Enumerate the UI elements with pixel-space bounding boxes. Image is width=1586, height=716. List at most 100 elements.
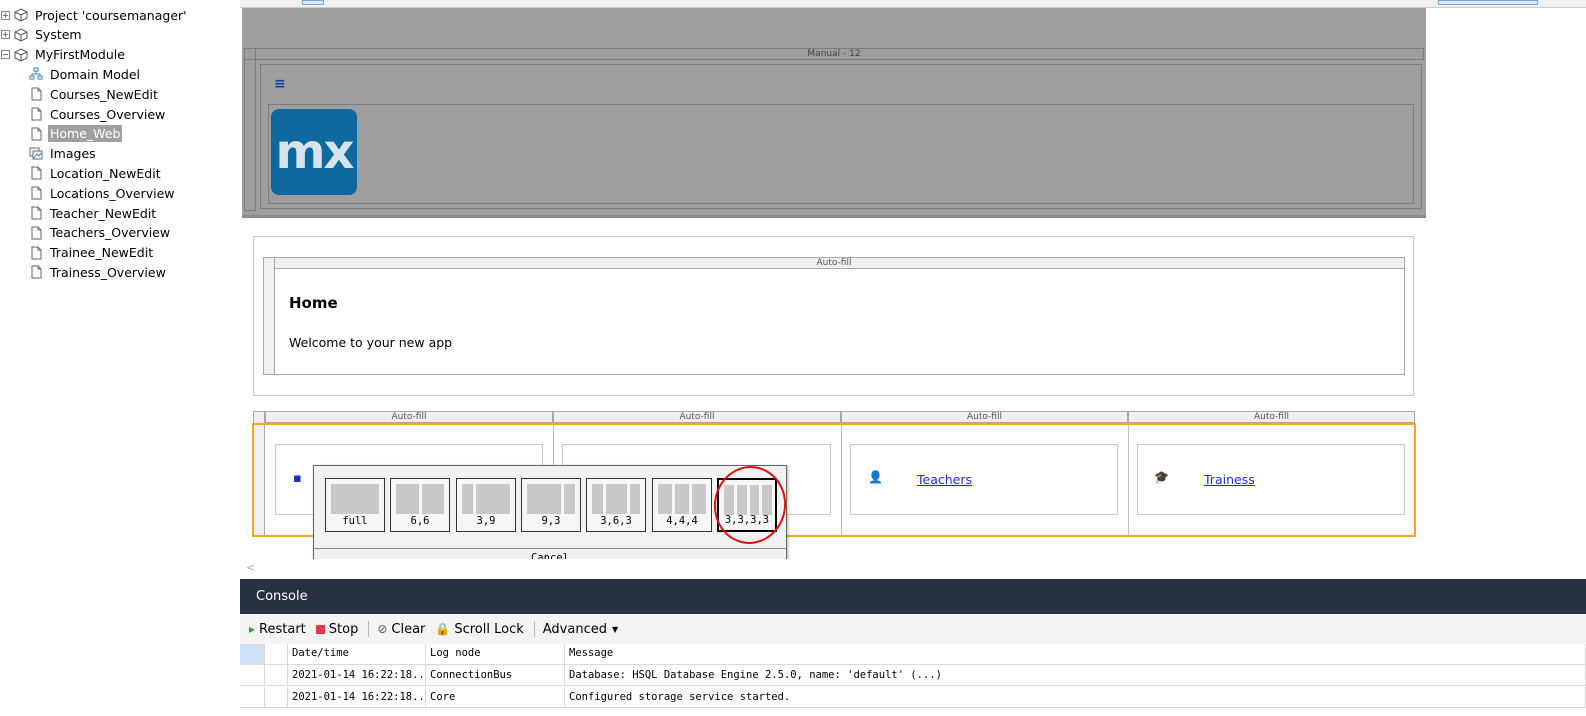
console-panel-header: Console (240, 579, 1586, 614)
layout-option-label: 9,3 (541, 515, 561, 527)
tree-item[interactable]: Home_Web (29, 124, 123, 144)
home-column-frame (275, 269, 1405, 375)
layout-option[interactable]: 3,6,3 (586, 478, 646, 532)
column-divider (841, 425, 842, 535)
layout-option[interactable]: full (325, 478, 385, 532)
advanced-label: Advanced (542, 621, 607, 637)
column-header[interactable]: Log node (426, 644, 565, 665)
tree-item-label: Teacher_NewEdit (50, 205, 157, 221)
tree-item[interactable]: Teacher_NewEdit (29, 203, 158, 223)
welcome-text[interactable]: Welcome to your new app (289, 335, 452, 350)
graduation-cap-icon: 🎓 (1154, 470, 1169, 484)
layout-option-label: 3,9 (476, 515, 496, 527)
log-cell-node: ConnectionBus (426, 665, 565, 686)
column-block (331, 484, 379, 514)
clear-icon: ⊘ (377, 622, 388, 636)
layout-preview (462, 484, 510, 514)
expand-icon[interactable]: + (1, 10, 10, 20)
layout-header-area[interactable]: Manual - 12 ≡ mx (242, 8, 1426, 217)
tree-item[interactable]: Domain Model (29, 64, 142, 84)
mx-logo[interactable]: mx (271, 109, 357, 195)
page-title[interactable]: Home (289, 294, 338, 312)
user-icon: 👤 (868, 470, 883, 484)
tree-item[interactable]: Images (29, 144, 98, 164)
teachers-link[interactable]: Teachers (917, 472, 972, 487)
column-block (396, 484, 419, 514)
domain-model-icon (29, 67, 43, 81)
stop-icon (315, 624, 325, 634)
home-autofill-bar: Auto-fill (263, 257, 1405, 269)
editor-horizontal-scrollbar[interactable]: < (240, 559, 1586, 579)
clear-button[interactable]: ⊘ Clear (377, 622, 425, 637)
tree-item-label: Images (50, 146, 96, 162)
card-trainess[interactable] (1137, 444, 1405, 515)
advanced-dropdown[interactable]: Advanced ▼ (543, 622, 618, 637)
tree-item[interactable]: + System (1, 25, 84, 45)
stop-label: Stop (328, 621, 359, 637)
tree-item-label: Trainess_Overview (50, 264, 166, 280)
scroll-left-icon[interactable]: < (246, 561, 255, 574)
tree-item[interactable]: Courses_NewEdit (29, 84, 160, 104)
home-column-strip (263, 257, 275, 375)
stop-button[interactable]: Stop (315, 621, 359, 637)
tree-item[interactable]: Courses_Overview (29, 104, 167, 124)
tree-item-label: Teachers_Overview (50, 225, 171, 241)
tree-item-label: Project 'coursemanager' (35, 7, 187, 23)
column-2-autofill-bar: Auto-fill (553, 411, 841, 423)
layout-option[interactable]: 3,9 (456, 478, 516, 532)
log-cell-message: Database: HSQL Database Engine 2.5.0, na… (565, 665, 1586, 686)
package-icon (14, 48, 28, 62)
tree-item[interactable]: Teachers_Overview (29, 223, 172, 243)
toolbar-separator (368, 621, 370, 637)
collapse-icon[interactable]: − (1, 50, 10, 60)
column-block (605, 484, 627, 514)
layout-preview (592, 484, 640, 514)
trainess-link[interactable]: Trainess (1204, 472, 1255, 487)
column-block (476, 484, 510, 514)
column-header[interactable]: Date/time (288, 644, 426, 665)
row-spacer (265, 665, 288, 686)
tree-item[interactable]: − MyFirstModule (1, 45, 127, 65)
card-teachers[interactable] (850, 444, 1118, 515)
tree-item-label: Location_NewEdit (50, 165, 161, 181)
console-toolbar: ▸ Restart Stop ⊘ Clear 🔒 Scroll Lock Adv… (240, 614, 1586, 644)
log-cell-datetime: 2021-01-14 16:22:18... (288, 665, 426, 686)
scroll-lock-button[interactable]: 🔒 Scroll Lock (435, 622, 523, 637)
book-icon: ▪ (293, 471, 302, 486)
layout-option[interactable]: 4,4,4 (652, 478, 712, 532)
log-row[interactable]: 2021-01-14 16:22:18... ConnectionBus Datab… (240, 665, 1586, 686)
tree-item[interactable]: Trainee_NewEdit (29, 243, 155, 263)
tree-item[interactable]: Location_NewEdit (29, 163, 163, 183)
toolbar-toggle-button[interactable] (302, 0, 324, 5)
editor-toolbar-strip (240, 0, 1586, 8)
restart-icon: ▸ (249, 622, 256, 636)
header-caption: Manual - 12 (807, 49, 861, 59)
tree-item[interactable]: Trainess_Overview (29, 262, 168, 282)
tree-item[interactable]: Locations_Overview (29, 183, 176, 203)
tree-item-label: Trainee_NewEdit (50, 245, 154, 261)
header-left-strip (244, 48, 256, 211)
page-icon (29, 87, 43, 101)
layout-preview (396, 484, 444, 514)
column-block (563, 484, 575, 514)
toolbar-dropdown[interactable] (1438, 0, 1538, 5)
layout-option[interactable]: 6,6 (390, 478, 450, 532)
lock-icon: 🔒 (435, 622, 451, 636)
tree-item[interactable]: + Project 'coursemanager' (1, 5, 189, 25)
hamburger-menu-icon[interactable]: ≡ (274, 76, 286, 92)
restart-button[interactable]: ▸ Restart (249, 622, 306, 637)
layout-option-label: 6,6 (410, 515, 430, 527)
tree-item-label: MyFirstModule (35, 47, 125, 63)
package-icon (14, 8, 28, 22)
layout-preview (331, 484, 379, 514)
page-icon (29, 166, 43, 180)
layout-option[interactable]: 9,3 (521, 478, 581, 532)
page-icon (29, 265, 43, 279)
layout-preview (658, 484, 706, 514)
page-icon (29, 186, 43, 200)
log-row[interactable]: 2021-01-14 16:22:18... Core Configured sto… (240, 687, 1586, 708)
clear-label: Clear (391, 621, 426, 637)
column-header[interactable]: Message (565, 644, 1586, 665)
column-block (421, 484, 444, 514)
expand-icon[interactable]: + (1, 30, 10, 40)
